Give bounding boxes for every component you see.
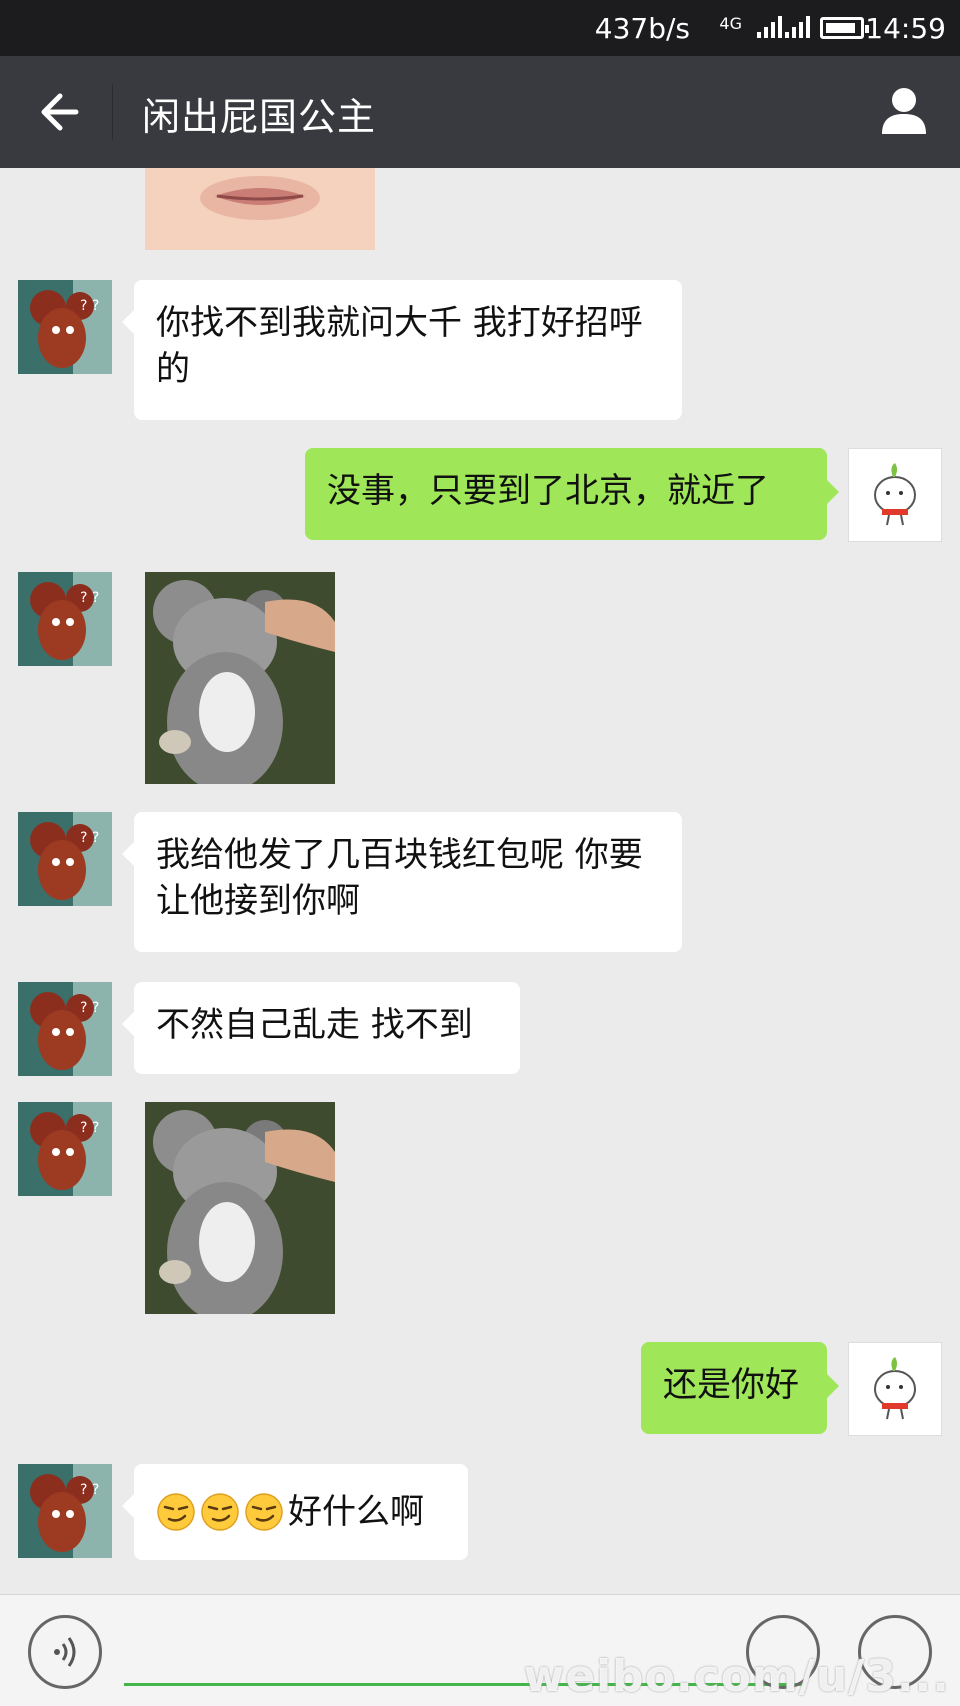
- message-bubble[interactable]: 没事，只要到了北京，就近了: [305, 448, 839, 540]
- friend-avatar[interactable]: ? ?: [18, 572, 112, 666]
- signal-icon: [785, 16, 810, 38]
- battery-icon: [820, 17, 869, 39]
- my-avatar[interactable]: [848, 448, 942, 542]
- my-avatar[interactable]: [848, 1342, 942, 1436]
- network-type: 4G: [719, 14, 742, 33]
- svg-text:? ?: ? ?: [80, 298, 99, 314]
- arrow-left-icon[interactable]: [36, 86, 84, 138]
- message-text: 好什么啊: [288, 1492, 424, 1532]
- message-bubble[interactable]: 不然自己乱走 找不到: [122, 982, 520, 1074]
- friend-avatar[interactable]: ? ?: [18, 1464, 112, 1558]
- smirk-emoji: [201, 1493, 239, 1531]
- koala-sticker[interactable]: [145, 572, 335, 784]
- network-speed: 437b/s: [594, 12, 690, 45]
- status-time: 14:59: [865, 12, 946, 45]
- svg-text:? ?: ? ?: [80, 1482, 99, 1498]
- friend-avatar[interactable]: ? ?: [18, 280, 112, 374]
- svg-text:? ?: ? ?: [80, 1120, 99, 1136]
- message-bubble[interactable]: 好什么啊: [122, 1464, 468, 1560]
- message-bubble[interactable]: 还是你好: [641, 1342, 839, 1434]
- message-bubble[interactable]: 我给他发了几百块钱红包呢 你要让他接到你啊: [122, 812, 682, 952]
- chat-area[interactable]: ? ? 你找不到我就问大千 我打好招呼的 没事，只要到了北京，就近了 ? ? ?…: [0, 168, 960, 1594]
- chat-title: 闲出屁国公主: [142, 95, 377, 139]
- header-divider: [112, 84, 113, 140]
- svg-text:? ?: ? ?: [80, 1000, 99, 1016]
- smirk-emoji: [157, 1493, 195, 1531]
- svg-text:? ?: ? ?: [80, 590, 99, 606]
- watermark: weibo.com/u/3...: [523, 1651, 950, 1702]
- smirk-emoji: [245, 1493, 283, 1531]
- voice-icon[interactable]: [28, 1615, 102, 1689]
- friend-avatar[interactable]: ? ?: [18, 1102, 112, 1196]
- svg-text:? ?: ? ?: [80, 830, 99, 846]
- message-bubble[interactable]: 你找不到我就问大千 我打好招呼的: [122, 280, 682, 420]
- status-bar: 437b/s 4G 14:59: [0, 0, 960, 56]
- signal-icon: [757, 16, 782, 38]
- friend-avatar[interactable]: ? ?: [18, 982, 112, 1076]
- chat-header: 闲出屁国公主: [0, 56, 960, 168]
- person-icon[interactable]: [878, 84, 930, 136]
- koala-sticker[interactable]: [145, 1102, 335, 1314]
- friend-avatar[interactable]: ? ?: [18, 812, 112, 906]
- input-bar: weibo.com/u/3...: [0, 1594, 960, 1706]
- face-sticker[interactable]: [145, 168, 375, 250]
